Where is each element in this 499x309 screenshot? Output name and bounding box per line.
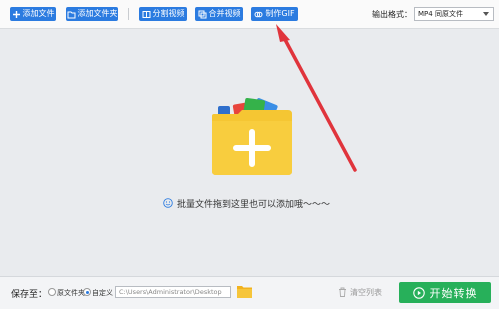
merge-video-label: 合并视频 <box>208 9 241 18</box>
chevron-down-icon <box>483 12 489 16</box>
merge-icon <box>198 10 207 19</box>
smile-icon <box>163 198 173 208</box>
output-format-value: MP4 同原文件 <box>418 10 463 18</box>
output-path-input[interactable]: C:\Users\Administrator\Desktop <box>115 286 231 298</box>
trash-icon <box>339 287 346 297</box>
gif-icon <box>254 10 263 19</box>
play-circle-icon <box>412 286 425 299</box>
add-file-label: 添加文件 <box>22 9 55 18</box>
original-folder-label[interactable]: 原文件夹 <box>57 288 85 298</box>
split-video-label: 分割视频 <box>152 9 185 18</box>
custom-folder-label[interactable]: 自定义 <box>92 288 113 298</box>
folder-plus-icon[interactable] <box>208 97 296 177</box>
clear-list-button[interactable]: 清空列表 <box>338 286 382 298</box>
drop-hint-text: 批量文件拖到这里也可以添加哦～～～ <box>177 199 331 210</box>
original-folder-radio[interactable] <box>48 288 56 296</box>
add-file-button[interactable]: 添加文件 <box>10 7 56 21</box>
output-format-label: 输出格式： <box>372 10 412 19</box>
split-icon <box>142 10 151 19</box>
toolbar-divider <box>128 8 129 20</box>
split-video-button[interactable]: 分割视频 <box>139 7 187 21</box>
toolbar: 添加文件 添加文件夹 分割视频 合并视频 制作GIF 输出格式： MP4 同原文… <box>0 0 499 29</box>
custom-folder-radio[interactable] <box>83 288 91 296</box>
start-convert-button[interactable]: 开始转换 <box>399 282 491 303</box>
add-folder-label: 添加文件夹 <box>77 9 118 18</box>
save-to-label: 保存至： <box>11 290 48 300</box>
clear-list-label: 清空列表 <box>350 287 382 297</box>
drop-hint: 批量文件拖到这里也可以添加哦～～～ <box>163 196 343 210</box>
output-format-select[interactable]: MP4 同原文件 <box>414 7 494 21</box>
make-gif-button[interactable]: 制作GIF <box>251 7 298 21</box>
merge-video-button[interactable]: 合并视频 <box>195 7 243 21</box>
folder-add-icon <box>67 10 76 19</box>
browse-folder-icon[interactable] <box>236 284 253 299</box>
plus-icon <box>12 10 21 19</box>
add-folder-button[interactable]: 添加文件夹 <box>66 7 118 21</box>
make-gif-label: 制作GIF <box>265 9 295 18</box>
bottom-bar: 保存至： 原文件夹 自定义 C:\Users\Administrator\Des… <box>0 276 499 309</box>
start-convert-label: 开始转换 <box>429 286 478 300</box>
